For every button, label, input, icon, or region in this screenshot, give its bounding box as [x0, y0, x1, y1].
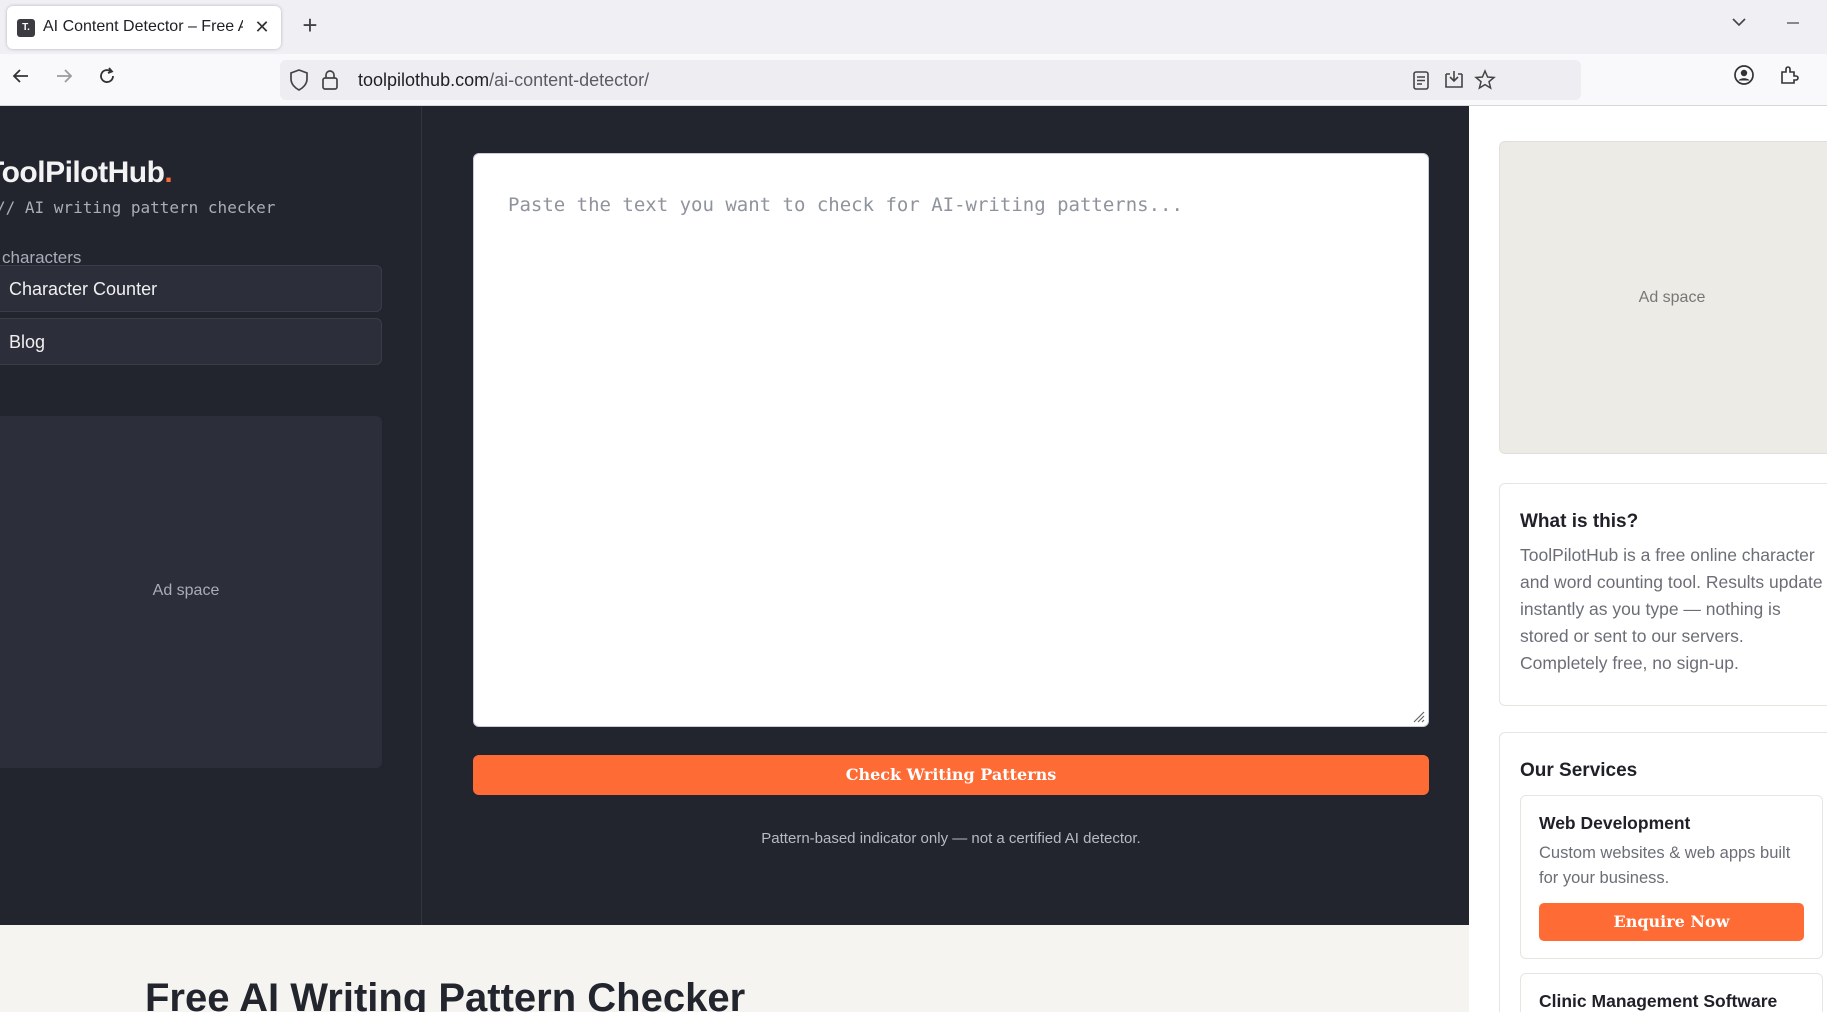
textarea-placeholder: Paste the text you want to check for AI-…	[508, 194, 1183, 216]
site-tagline: // AI writing pattern checker	[0, 198, 276, 217]
lock-icon[interactable]	[320, 68, 344, 92]
about-card: What is this? ToolPilotHub is a free onl…	[1499, 483, 1827, 706]
enquire-now-button[interactable]: Enquire Now	[1539, 903, 1804, 941]
about-body: ToolPilotHub is a free online character …	[1520, 545, 1823, 673]
site-favicon-icon: T.	[17, 19, 35, 37]
service-name: Web Development	[1539, 813, 1691, 833]
sidebar-ad-slot: Ad space	[0, 416, 382, 768]
reload-icon[interactable]	[90, 62, 124, 96]
account-icon[interactable]	[1727, 62, 1761, 96]
bookmark-star-icon[interactable]	[1474, 68, 1498, 92]
service-description: Custom websites & web apps built for you…	[1539, 844, 1791, 887]
service-name: Clinic Management Software	[1539, 991, 1778, 1011]
resize-grip-icon[interactable]	[1411, 709, 1425, 723]
right-ad-slot: Ad space	[1499, 141, 1827, 454]
services-card: Our Services Web Development Custom webs…	[1499, 732, 1827, 1012]
about-title: What is this?	[1520, 511, 1639, 532]
page-content: ToolPilotHub. // AI writing pattern chec…	[0, 106, 1827, 1012]
service-item: Web Development Custom websites & web ap…	[1520, 795, 1823, 959]
service-item: Clinic Management Software	[1520, 973, 1823, 1012]
site-logo[interactable]: ToolPilotHub.	[0, 156, 173, 190]
reader-view-icon[interactable]	[1410, 68, 1434, 92]
ad-label: Ad space	[152, 582, 220, 599]
services-title: Our Services	[1520, 760, 1638, 781]
sidebar-item-blog[interactable]: Blog	[0, 318, 382, 365]
ad-label: Ad space	[1638, 289, 1706, 306]
save-to-pocket-icon[interactable]	[1443, 68, 1467, 92]
tool-panel: ToolPilotHub. // AI writing pattern chec…	[0, 106, 1469, 925]
back-arrow-icon[interactable]	[4, 62, 38, 96]
minimize-icon[interactable]	[1777, 10, 1809, 42]
forward-arrow-icon[interactable]	[47, 62, 81, 96]
sidebar-divider	[421, 106, 422, 925]
logo-dot: .	[164, 156, 173, 189]
address-bar[interactable]: toolpilothub.com/ai-content-detector/	[280, 60, 1581, 100]
browser-tab[interactable]: T. AI Content Detector – Free AI D ✕	[7, 6, 281, 49]
disclaimer-text: Pattern-based indicator only — not a cer…	[761, 830, 1141, 847]
new-tab-icon[interactable]: +	[296, 12, 324, 40]
check-writing-patterns-button[interactable]: Check Writing Patterns	[473, 755, 1429, 795]
shield-icon[interactable]	[288, 68, 312, 92]
tab-title: AI Content Detector – Free AI D	[43, 18, 243, 35]
text-input-area[interactable]: Paste the text you want to check for AI-…	[473, 153, 1429, 727]
sidebar-item-label: Blog	[9, 332, 46, 352]
tab-list-chevron-icon[interactable]	[1723, 10, 1755, 42]
logo-text: ToolPilotHub	[0, 156, 165, 189]
close-tab-icon[interactable]: ✕	[251, 16, 273, 38]
sidebar-item-label: Character Counter	[9, 279, 158, 299]
url-path: /ai-content-detector/	[489, 70, 650, 90]
url-text: toolpilothub.com/ai-content-detector/	[358, 70, 649, 91]
extensions-icon[interactable]	[1772, 62, 1806, 96]
sidebar-item-character-counter[interactable]: Character Counter	[0, 265, 382, 312]
browser-tabstrip: T. AI Content Detector – Free AI D ✕ +	[0, 0, 1827, 54]
url-domain: toolpilothub.com	[358, 70, 490, 90]
right-sidebar: Ad space What is this? ToolPilotHub is a…	[1469, 106, 1827, 1012]
page-heading: Free AI Writing Pattern Checker	[145, 976, 746, 1012]
browser-navbar: toolpilothub.com/ai-content-detector/	[0, 54, 1827, 106]
